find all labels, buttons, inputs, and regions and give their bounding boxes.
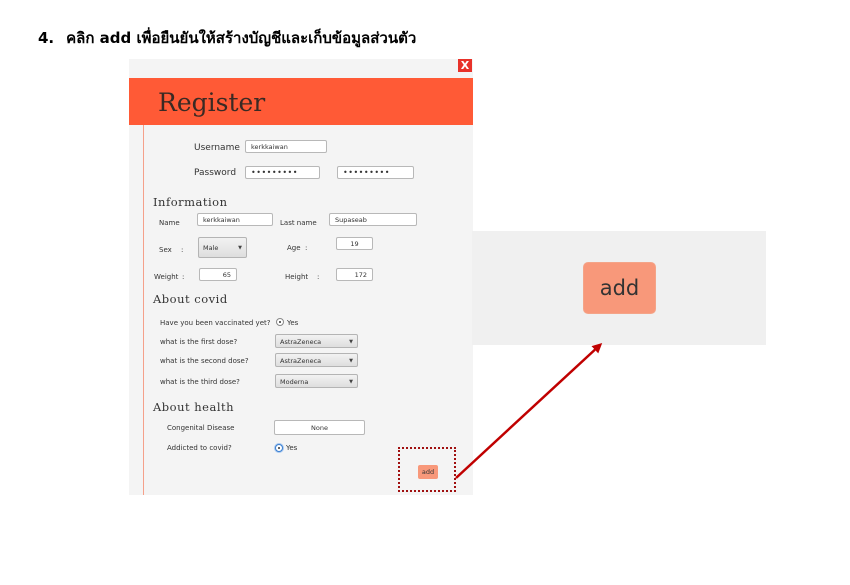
arrow-line (455, 342, 603, 479)
callout-arrow (455, 342, 603, 479)
